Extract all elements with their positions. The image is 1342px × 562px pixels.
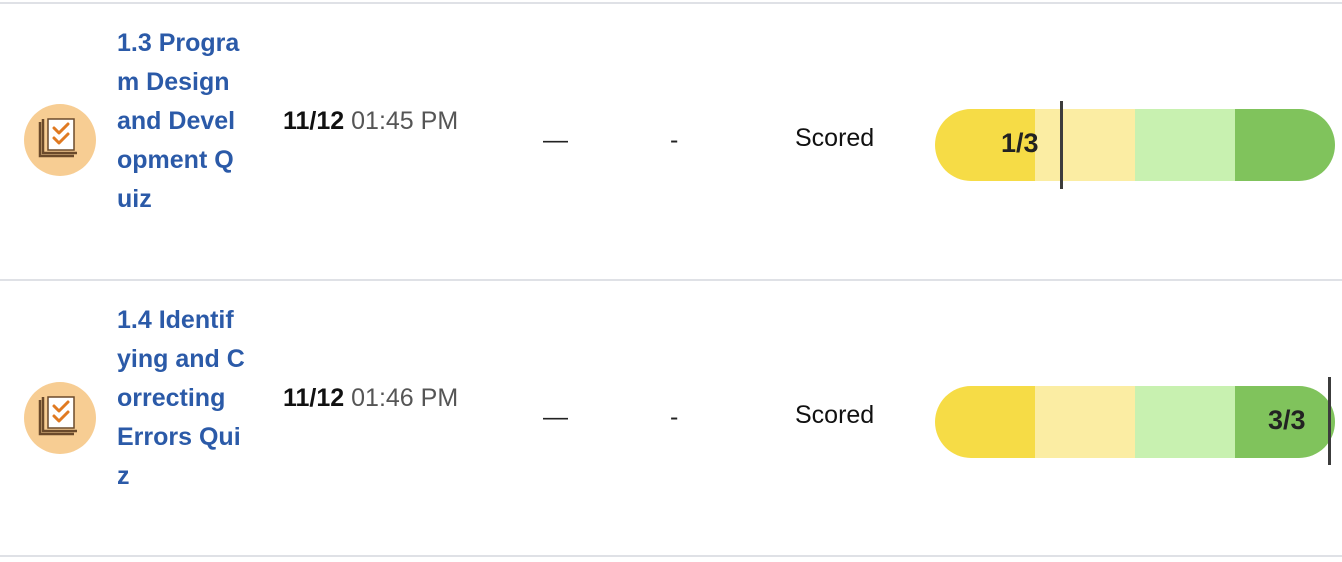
table-row: 1.4 Identifying and Correcting Errors Qu… (0, 279, 1342, 557)
submitted-date: 11/12 01:46 PM (283, 379, 463, 418)
score-marker (1060, 101, 1063, 189)
score-value: 3/3 (1268, 405, 1306, 435)
score-segment (1035, 109, 1135, 181)
submitted-date: 11/12 01:45 PM (283, 102, 463, 141)
score-segment (1135, 386, 1235, 458)
score-meter (935, 109, 1335, 181)
empty-value: - (670, 403, 679, 431)
quiz-checklist-icon (24, 104, 96, 176)
assignments-table: 1.3 Program Design and Development Quiz … (0, 0, 1342, 562)
score-marker (1328, 377, 1331, 465)
status-label: Scored (795, 124, 875, 152)
date-time: 01:45 PM (351, 107, 459, 135)
empty-value: - (670, 126, 679, 154)
score-segment (1235, 109, 1335, 181)
status-label: Scored (795, 401, 875, 429)
assignment-title-link[interactable]: 1.4 Identifying and Correcting Errors Qu… (117, 301, 245, 496)
empty-value: — (543, 403, 568, 431)
assignment-title-link[interactable]: 1.3 Program Design and Development Quiz (117, 24, 245, 219)
quiz-checklist-icon (24, 382, 96, 454)
score-value: 1/3 (1001, 128, 1039, 158)
empty-value: — (543, 126, 568, 154)
score-segment (1035, 386, 1135, 458)
date-time: 01:46 PM (351, 384, 459, 412)
table-row: 1.3 Program Design and Development Quiz … (0, 0, 1342, 280)
score-segment (1135, 109, 1235, 181)
row-divider (0, 555, 1342, 557)
score-segment (935, 386, 1035, 458)
date-day: 11/12 (283, 384, 345, 412)
date-day: 11/12 (283, 107, 345, 135)
